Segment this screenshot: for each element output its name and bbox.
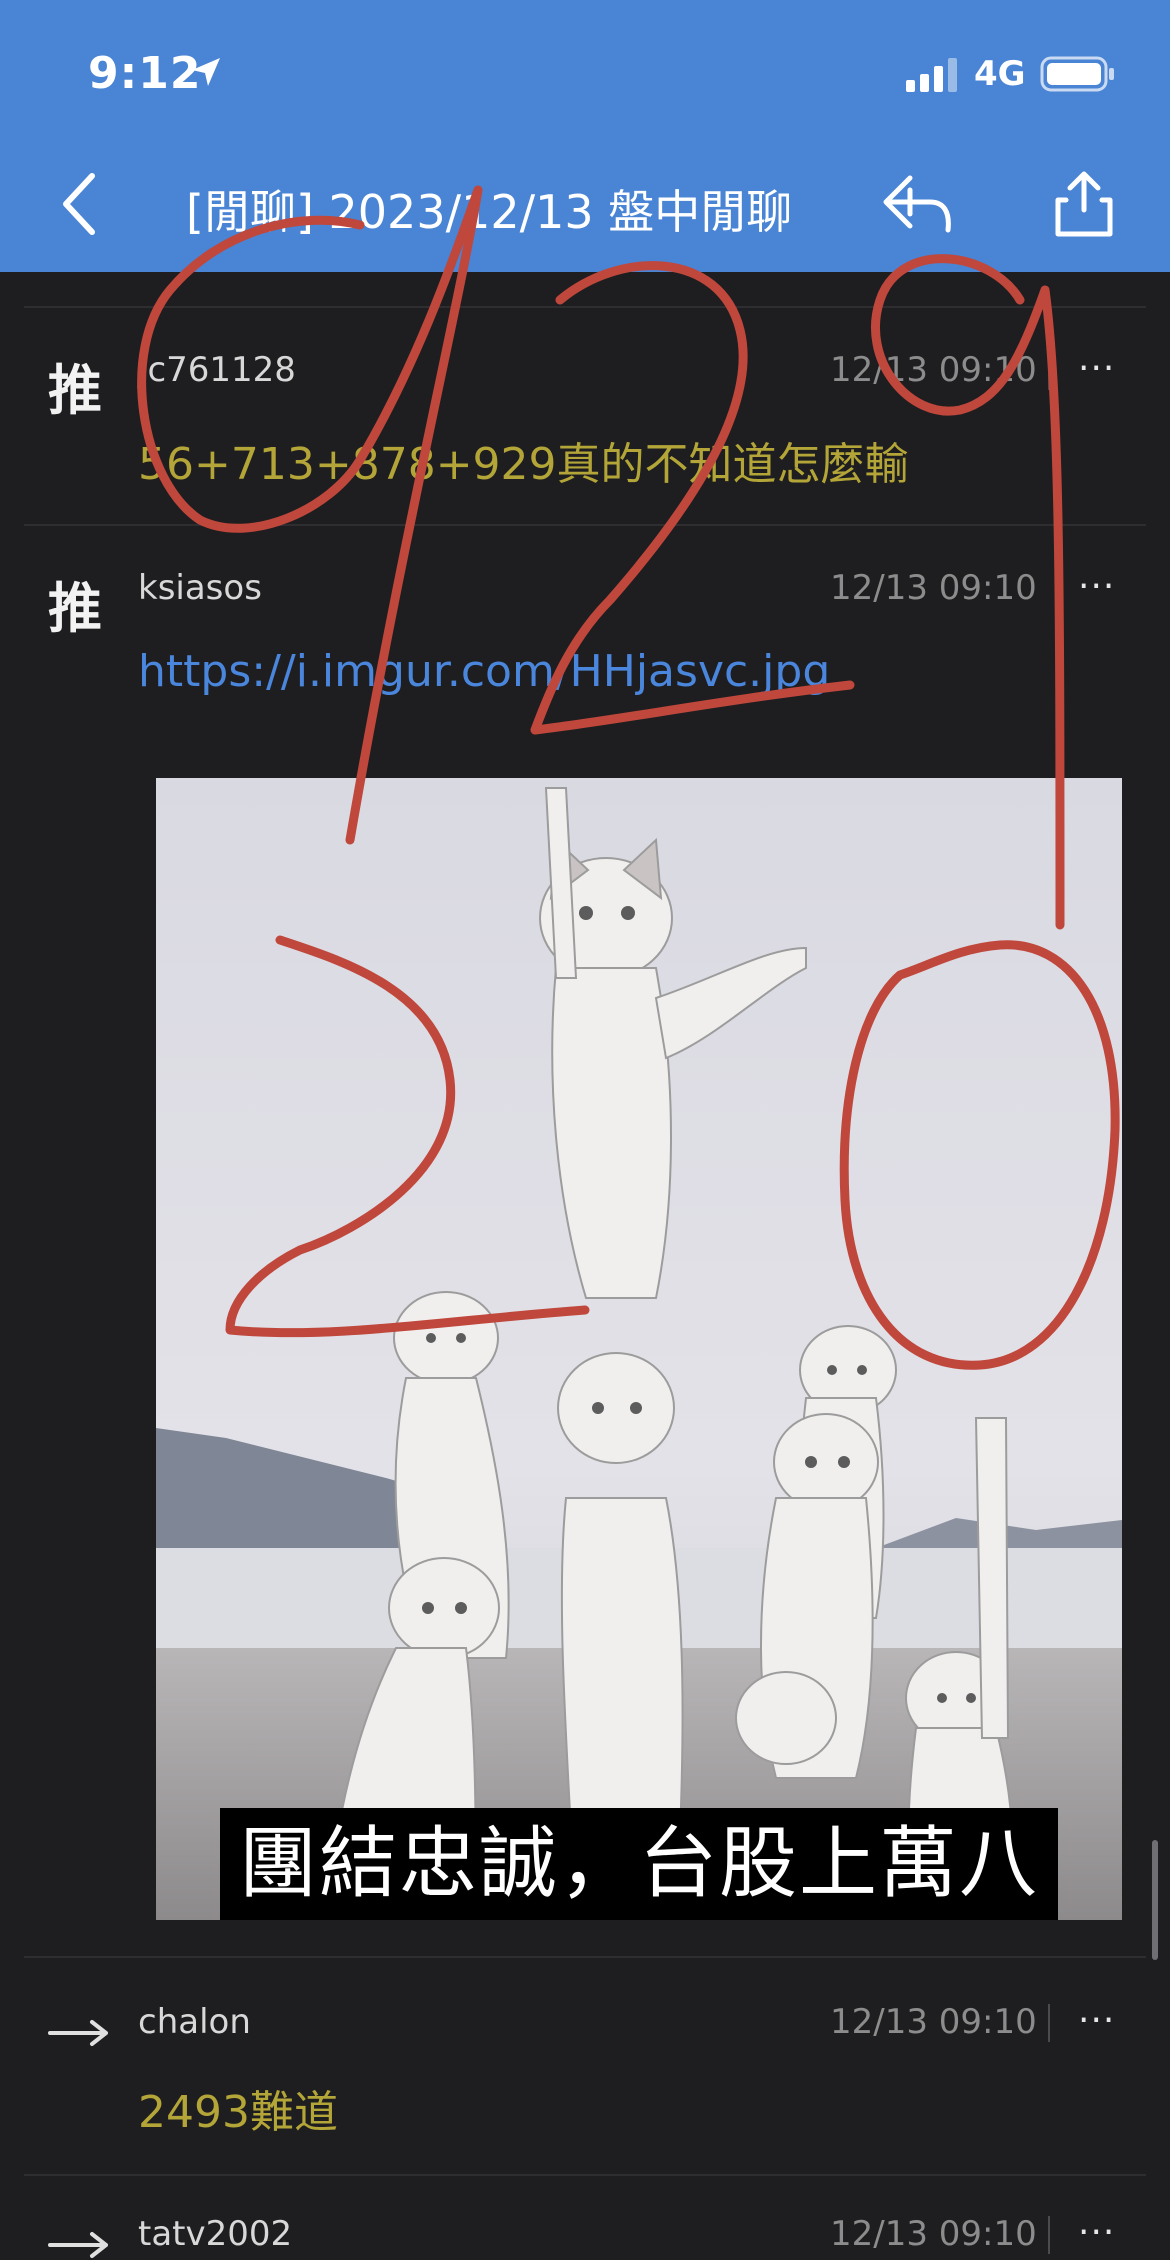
more-options-icon[interactable]: ··· bbox=[1078, 348, 1115, 389]
status-time: 9:12 bbox=[88, 48, 202, 99]
comment-time: 12/13 09:10 bbox=[830, 2002, 1037, 2042]
separator bbox=[1048, 2216, 1050, 2254]
comment-author[interactable]: chalon bbox=[138, 2002, 251, 2042]
reply-icon[interactable] bbox=[882, 172, 954, 236]
image-caption: 團結忠誠，台股上萬八 bbox=[220, 1808, 1058, 1920]
comment-link[interactable]: https://i.imgur.com/HHjasvc.jpg bbox=[138, 646, 830, 697]
divider bbox=[24, 524, 1146, 526]
comment-author[interactable]: tatv2002 bbox=[138, 2214, 292, 2254]
comment-author[interactable]: ksiasos bbox=[138, 568, 262, 608]
share-icon[interactable] bbox=[1052, 170, 1116, 238]
location-arrow-icon bbox=[192, 58, 220, 86]
comment-kind: 推 bbox=[48, 577, 102, 640]
linked-image[interactable]: 團結忠誠，台股上萬八 bbox=[156, 778, 1122, 1920]
comment-time: 12/13 09:10 bbox=[830, 350, 1037, 390]
app-header: 9:12 4G [閒聊] 2023/12/13 盤中閒聊 bbox=[0, 0, 1170, 272]
signal-bars-icon bbox=[906, 58, 957, 92]
scrollbar[interactable] bbox=[1152, 1840, 1158, 1960]
comment-content: 56+713+878+929真的不知道怎麼輸 bbox=[138, 439, 909, 490]
cat-photo bbox=[156, 778, 1122, 1920]
comment-kind: 推 bbox=[48, 359, 102, 422]
more-options-icon[interactable]: ··· bbox=[1078, 2212, 1115, 2253]
separator bbox=[1048, 2004, 1050, 2042]
more-options-icon[interactable]: ··· bbox=[1078, 566, 1115, 607]
arrow-right-icon bbox=[48, 2020, 108, 2046]
comment-content: 2493難道 bbox=[138, 2087, 338, 2138]
divider bbox=[24, 1956, 1146, 1958]
divider bbox=[24, 306, 1146, 308]
more-options-icon[interactable]: ··· bbox=[1078, 2000, 1115, 2041]
arrow-right-icon bbox=[48, 2232, 108, 2258]
separator bbox=[1048, 352, 1050, 390]
divider bbox=[24, 2174, 1146, 2176]
comment-time: 12/13 09:10 bbox=[830, 568, 1037, 608]
comment-time: 12/13 09:10 bbox=[830, 2214, 1037, 2254]
page-title: [閒聊] 2023/12/13 盤中閒聊 bbox=[186, 185, 793, 239]
chevron-left-icon[interactable] bbox=[58, 172, 102, 236]
comment-author[interactable]: jc761128 bbox=[138, 350, 296, 390]
network-label: 4G bbox=[974, 54, 1026, 94]
battery-icon bbox=[1040, 56, 1114, 92]
